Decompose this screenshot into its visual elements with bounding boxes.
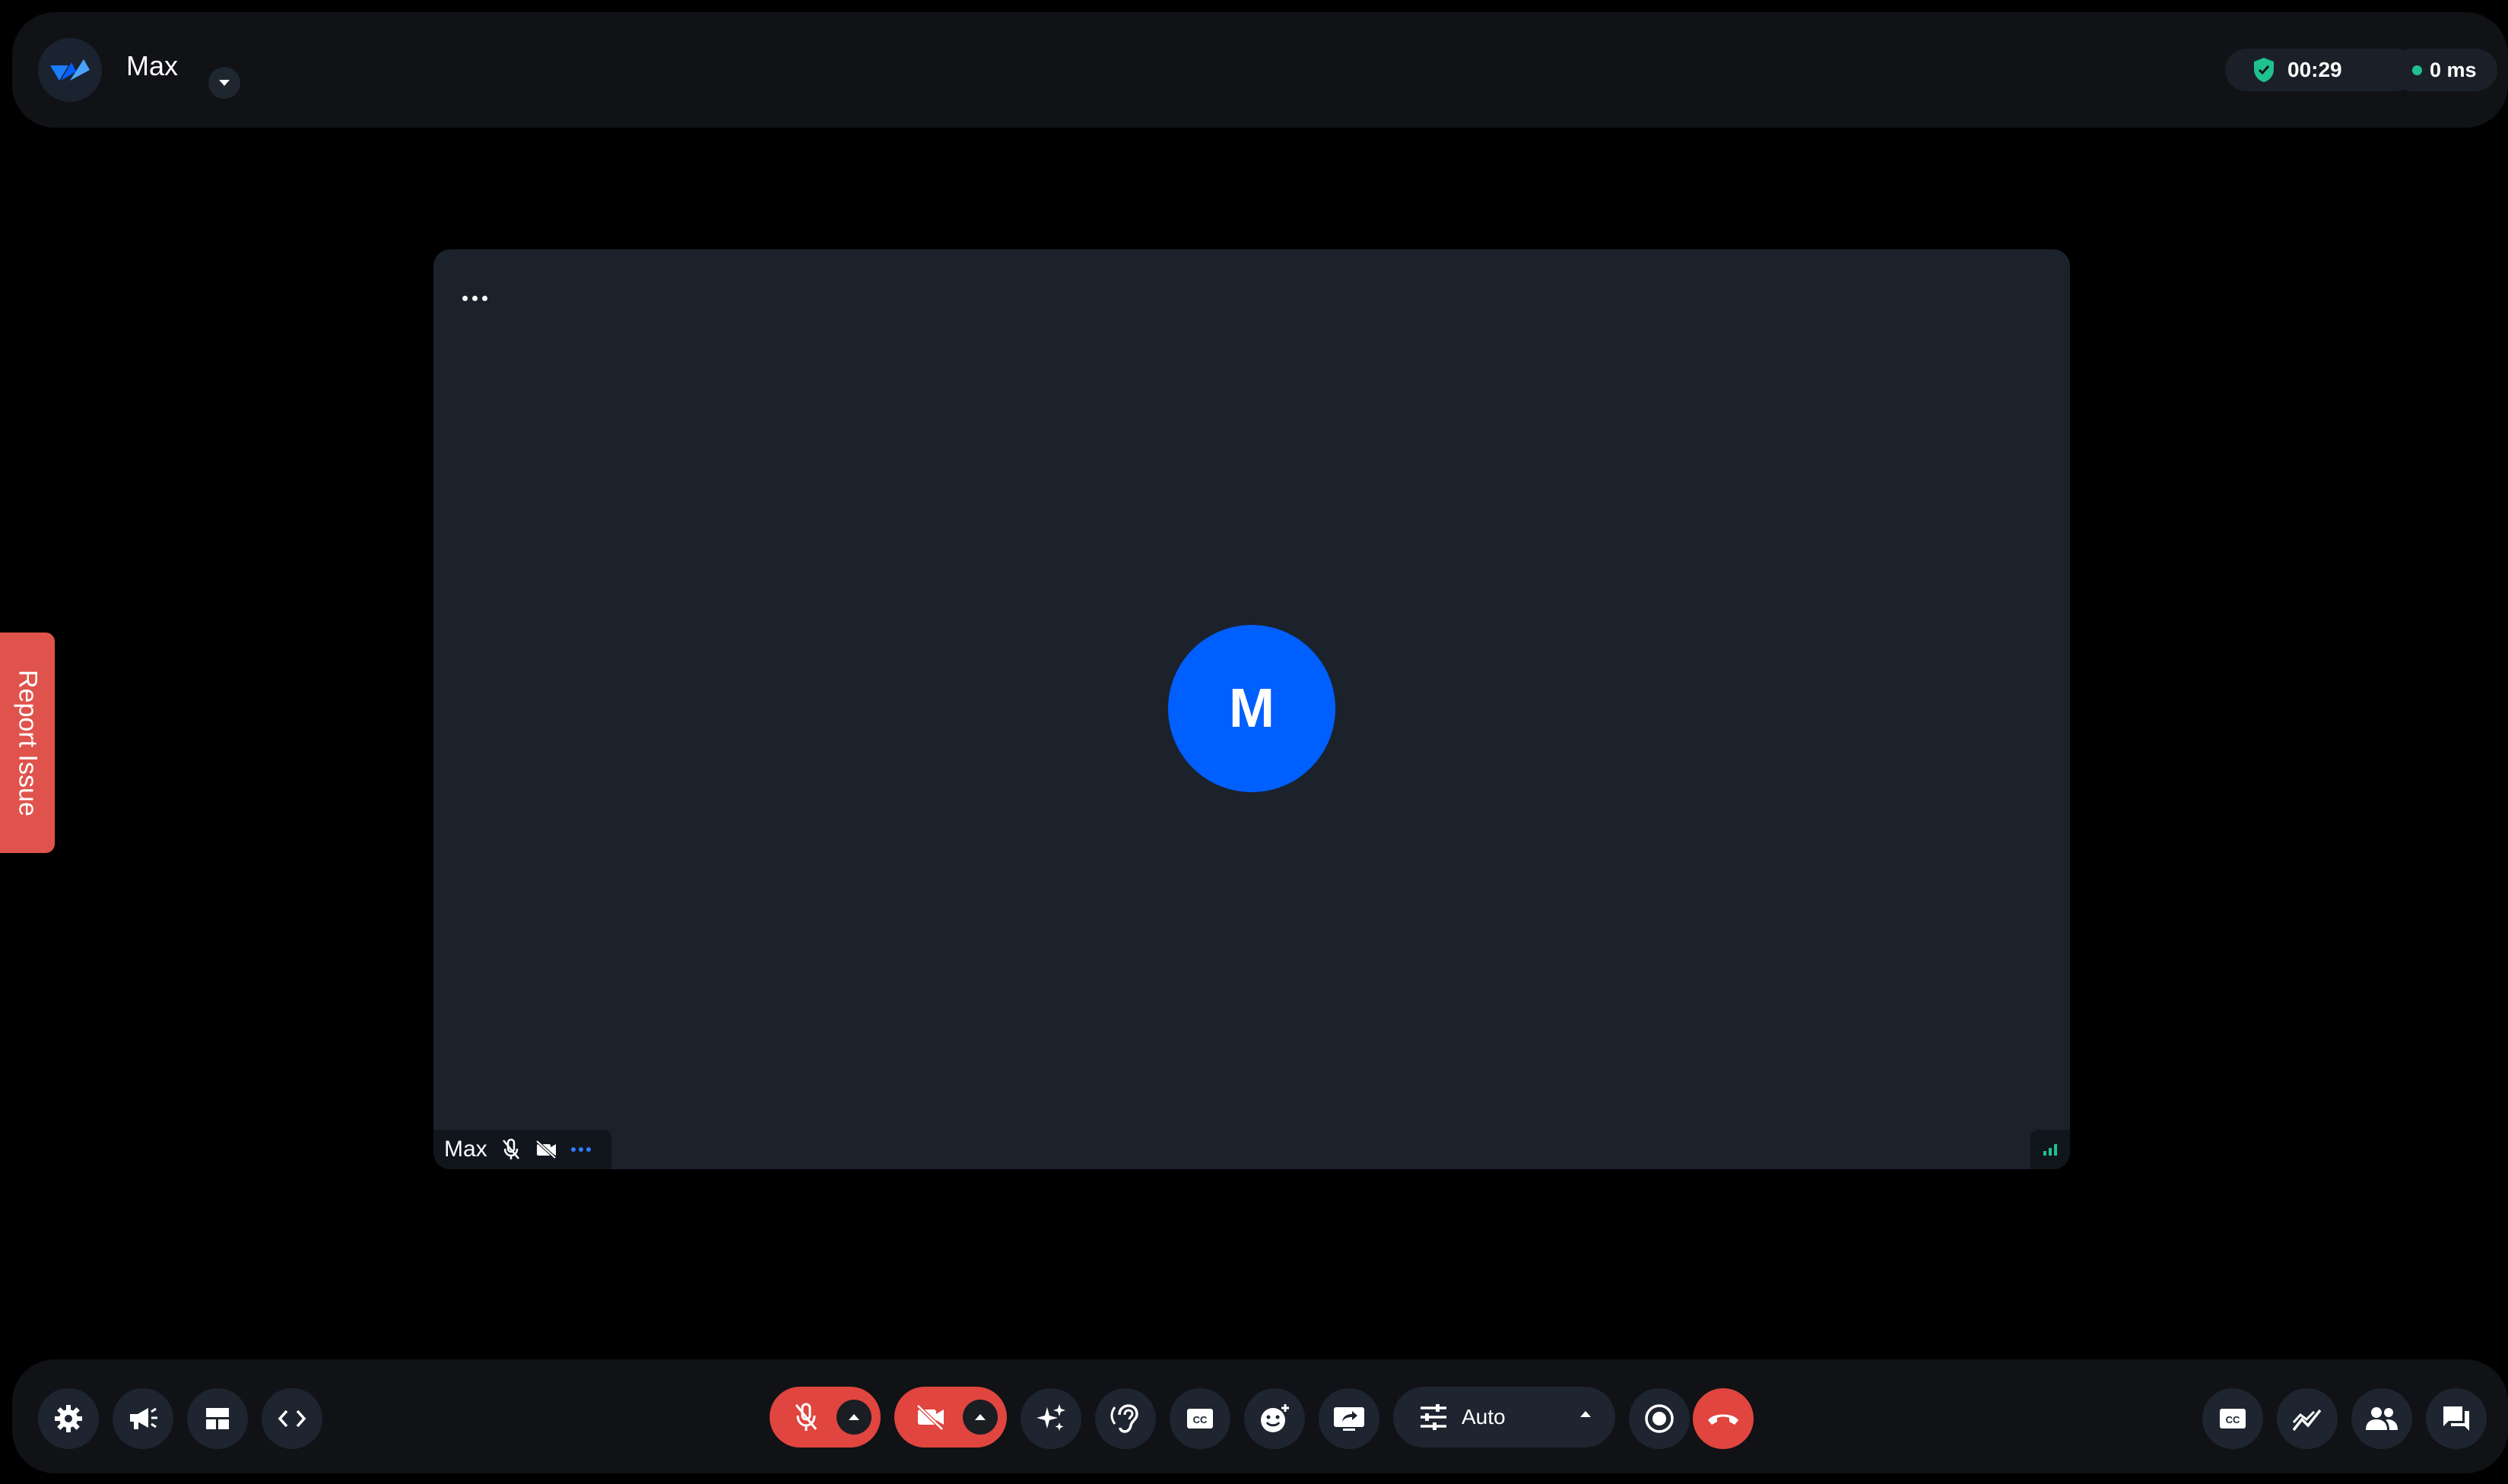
noise-cancellation-button[interactable] <box>1095 1388 1156 1449</box>
dot <box>462 295 468 301</box>
chat-icon <box>2443 1406 2469 1431</box>
camera-options-button[interactable] <box>963 1400 998 1435</box>
dot <box>586 1147 591 1152</box>
captions-icon: CC <box>2220 1409 2246 1429</box>
captions-button[interactable]: CC <box>1170 1388 1230 1449</box>
participant-more-button[interactable] <box>570 1147 591 1152</box>
camera-off-icon <box>913 1399 949 1435</box>
camera-toggle-button[interactable] <box>894 1387 1007 1448</box>
participants-icon <box>2366 1407 2398 1430</box>
caret-up-icon <box>1580 1411 1591 1417</box>
caret-up-icon <box>975 1414 986 1420</box>
report-issue-label: Report Issue <box>13 669 43 817</box>
chat-button[interactable] <box>2426 1388 2487 1449</box>
tile-options-button[interactable] <box>462 289 493 307</box>
megaphone-icon <box>130 1407 157 1429</box>
stats-icon <box>2292 1409 2322 1432</box>
mic-options-button[interactable] <box>837 1400 871 1435</box>
participants-button[interactable] <box>2351 1388 2412 1449</box>
latency-text: 0 ms <box>2430 58 2477 81</box>
control-bar: CC Auto CC <box>12 1359 2508 1473</box>
timer-text: 00:29 <box>2287 58 2342 81</box>
stats-button[interactable] <box>2277 1388 2338 1449</box>
call-timer: 00:29 <box>2225 49 2417 91</box>
settings-button[interactable] <box>38 1388 99 1449</box>
shield-check-icon <box>2254 58 2274 82</box>
call-title: Max <box>126 50 179 81</box>
video-quality-selector[interactable]: Auto <box>1393 1387 1615 1448</box>
announce-button[interactable] <box>113 1388 173 1449</box>
svg-text:CC: CC <box>1193 1414 1208 1425</box>
svg-text:CC: CC <box>2226 1414 2240 1425</box>
dot <box>482 295 487 301</box>
report-issue-button[interactable]: Report Issue <box>0 633 55 853</box>
code-icon <box>278 1409 306 1428</box>
network-signal-icon <box>2030 1130 2070 1169</box>
record-icon <box>1645 1404 1674 1433</box>
participant-name: Max <box>444 1137 487 1162</box>
mic-off-icon <box>501 1138 521 1161</box>
tune-icon <box>1421 1404 1446 1430</box>
ai-effects-button[interactable] <box>1021 1388 1081 1449</box>
latency-dot-icon <box>2412 65 2422 75</box>
hangup-icon <box>1708 1414 1738 1425</box>
transcript-button[interactable]: CC <box>2202 1388 2263 1449</box>
layout-button[interactable] <box>187 1388 248 1449</box>
reaction-icon <box>1261 1404 1289 1432</box>
participant-name-tag: Max <box>433 1130 611 1169</box>
title-dropdown-button[interactable] <box>208 67 240 99</box>
record-button[interactable] <box>1629 1388 1690 1449</box>
top-bar: Max 00:29 0 ms <box>12 12 2508 128</box>
participant-tile: M Max <box>433 249 2070 1169</box>
reactions-button[interactable] <box>1244 1388 1305 1449</box>
sparkles-icon <box>1037 1404 1065 1431</box>
screen-share-button[interactable] <box>1319 1388 1379 1449</box>
layout-icon <box>206 1408 229 1429</box>
app-logo[interactable] <box>38 38 102 102</box>
mic-toggle-button[interactable] <box>770 1387 881 1448</box>
camera-off-icon <box>535 1140 557 1159</box>
dot <box>578 1147 583 1152</box>
caret-up-icon <box>849 1414 859 1420</box>
avatar: M <box>1168 625 1335 792</box>
quality-label: Auto <box>1462 1405 1506 1429</box>
dot <box>472 295 478 301</box>
screen-share-icon <box>1334 1407 1364 1431</box>
caret-down-icon <box>219 80 230 86</box>
embed-code-button[interactable] <box>262 1388 322 1449</box>
app-logo-icon <box>50 59 90 81</box>
hearing-icon <box>1110 1404 1138 1433</box>
captions-icon: CC <box>1187 1409 1213 1429</box>
dot <box>570 1147 576 1152</box>
gear-icon <box>55 1405 82 1432</box>
leave-call-button[interactable] <box>1693 1388 1754 1449</box>
latency-indicator: 0 ms <box>2391 49 2497 91</box>
mic-off-icon <box>788 1399 824 1435</box>
